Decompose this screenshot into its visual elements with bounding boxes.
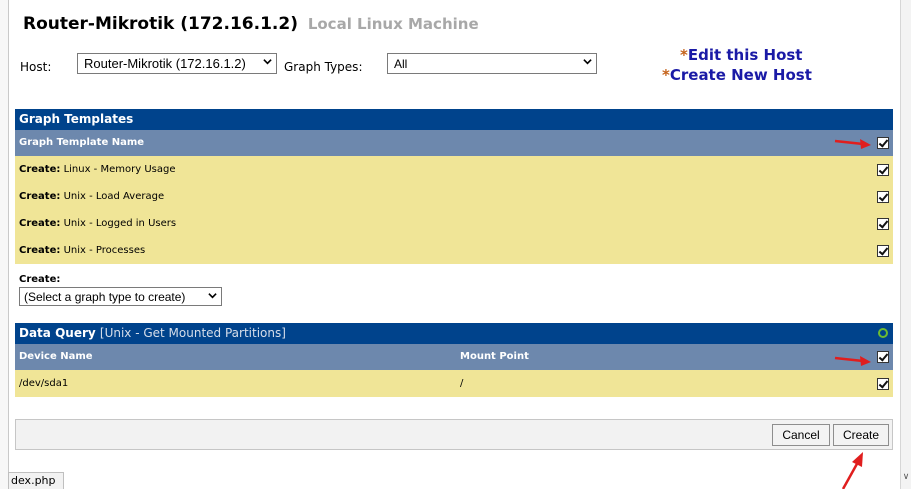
row-checkbox[interactable] bbox=[877, 163, 889, 176]
row-prefix: Create: bbox=[19, 164, 61, 175]
data-query-title: Data Query bbox=[19, 326, 96, 340]
cancel-button[interactable]: Cancel bbox=[772, 424, 830, 446]
table-row: Create: Unix - Logged in Users bbox=[15, 210, 893, 237]
chevron-down-icon bbox=[583, 59, 592, 65]
graph-type-select-value: (Select a graph type to create) bbox=[24, 289, 186, 304]
create-button[interactable]: Create bbox=[833, 424, 889, 446]
graph-template-column-header: Graph Template Name bbox=[15, 130, 893, 156]
graph-types-value: All bbox=[394, 56, 408, 71]
vertical-scrollbar[interactable] bbox=[900, 0, 911, 489]
template-name: Linux - Memory Usage bbox=[63, 164, 176, 175]
template-name: Unix - Load Average bbox=[63, 191, 165, 202]
edit-host-label: Edit this Host bbox=[687, 46, 803, 64]
device-name-column: Device Name bbox=[19, 351, 93, 362]
annotation-arrow-icon bbox=[841, 452, 863, 489]
annotation-arrow-icon bbox=[834, 356, 871, 366]
data-query-panel: Data Query [Unix - Get Mounted Partition… bbox=[15, 323, 893, 397]
data-query-header: Data Query [Unix - Get Mounted Partition… bbox=[15, 323, 893, 344]
select-all-checkbox[interactable] bbox=[877, 351, 889, 363]
row-prefix: Create: bbox=[19, 245, 61, 256]
annotation-arrow-icon bbox=[834, 139, 871, 149]
table-row: Create: Unix - Load Average bbox=[15, 183, 893, 210]
graph-templates-panel: Graph Templates Graph Template Name Crea… bbox=[15, 109, 893, 264]
row-prefix: Create: bbox=[19, 218, 61, 229]
host-label: Host: bbox=[20, 60, 52, 74]
data-query-column-header: Device Name Mount Point bbox=[15, 344, 893, 370]
action-bar: Cancel Create bbox=[15, 419, 893, 450]
mount-point-column: Mount Point bbox=[460, 351, 529, 362]
graph-types-select[interactable]: All bbox=[387, 53, 597, 74]
page-title: Router-Mikrotik (172.16.1.2) Local Linux… bbox=[23, 14, 479, 34]
row-checkbox[interactable] bbox=[877, 190, 889, 203]
link-marker: * bbox=[680, 46, 688, 64]
host-subtitle: Local Linux Machine bbox=[307, 15, 479, 33]
row-checkbox[interactable] bbox=[877, 217, 889, 230]
template-name: Unix - Logged in Users bbox=[63, 218, 177, 229]
reload-query-icon[interactable] bbox=[878, 328, 888, 338]
host-select-value: Router-Mikrotik (172.16.1.2) bbox=[84, 56, 246, 71]
graph-type-select[interactable]: (Select a graph type to create) bbox=[19, 287, 222, 306]
create-label: Create: bbox=[19, 274, 61, 285]
create-new-host-label: Create New Host bbox=[669, 66, 812, 84]
link-marker: * bbox=[662, 66, 670, 84]
row-checkbox[interactable] bbox=[877, 377, 889, 390]
graph-types-label: Graph Types: bbox=[284, 60, 363, 74]
table-row: /dev/sda1 / bbox=[15, 370, 893, 397]
table-row: Create: Unix - Processes bbox=[15, 237, 893, 264]
scroll-down-icon[interactable]: ∨ bbox=[901, 472, 911, 482]
row-checkbox[interactable] bbox=[877, 244, 889, 257]
create-new-host-link[interactable]: *Create New Host bbox=[662, 66, 812, 84]
graph-templates-title: Graph Templates bbox=[19, 112, 134, 126]
host-select[interactable]: Router-Mikrotik (172.16.1.2) bbox=[77, 53, 277, 74]
data-query-subtitle: [Unix - Get Mounted Partitions] bbox=[99, 326, 286, 340]
row-prefix: Create: bbox=[19, 191, 61, 202]
status-url: dex.php bbox=[8, 472, 64, 489]
chevron-down-icon bbox=[208, 293, 217, 299]
select-all-checkbox[interactable] bbox=[877, 137, 889, 149]
graph-template-name-column: Graph Template Name bbox=[19, 137, 145, 148]
mount-point: / bbox=[460, 378, 464, 389]
table-row: Create: Linux - Memory Usage bbox=[15, 156, 893, 183]
template-name: Unix - Processes bbox=[63, 245, 146, 256]
window-frame-left bbox=[0, 0, 9, 489]
chevron-down-icon bbox=[263, 59, 272, 65]
device-name: /dev/sda1 bbox=[19, 378, 69, 389]
graph-templates-header: Graph Templates bbox=[15, 109, 893, 130]
host-title: Router-Mikrotik (172.16.1.2) bbox=[23, 14, 298, 34]
edit-host-link[interactable]: *Edit this Host bbox=[680, 46, 802, 64]
